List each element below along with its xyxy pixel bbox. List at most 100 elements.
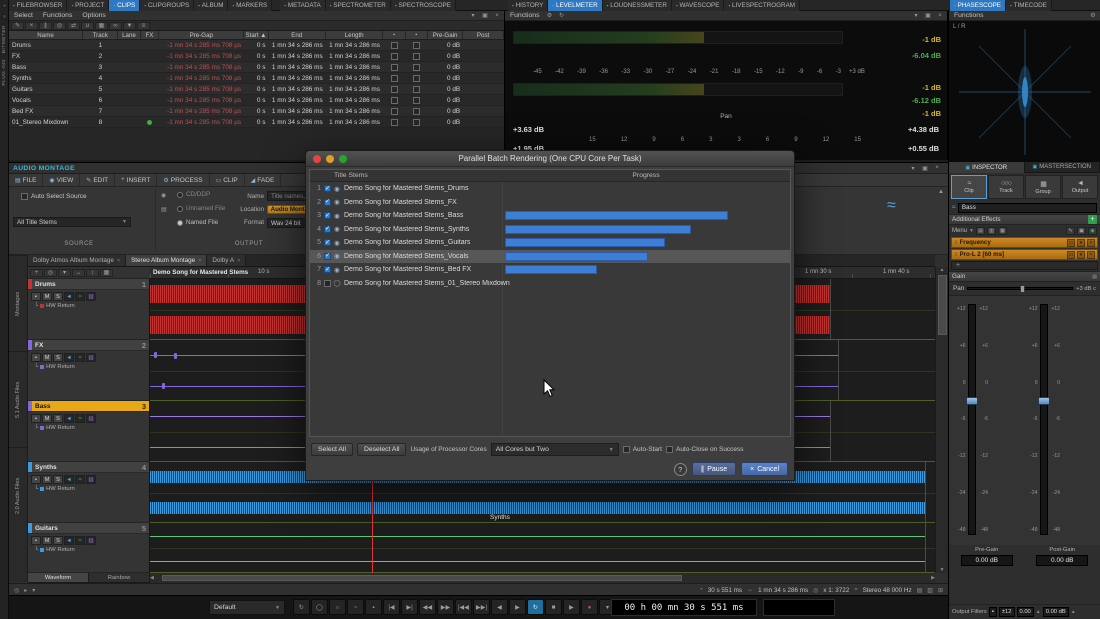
pan-slider[interactable] (967, 287, 1073, 290)
effects-icon[interactable]: ≈ (75, 536, 85, 545)
tab-history[interactable]: ▪HISTORY (508, 0, 548, 11)
dock-tab-plugins[interactable]: PLUG-INS (2, 59, 7, 86)
clip-mute-checkbox[interactable] (413, 86, 420, 93)
zoom-icon[interactable]: ◎ (44, 269, 57, 277)
clip-lock-checkbox[interactable] (391, 108, 398, 115)
clip-mute-checkbox[interactable] (413, 108, 420, 115)
zoom-traffic-button[interactable] (339, 155, 347, 163)
output-option-unnamed-file[interactable]: Unnamed File (177, 205, 225, 212)
filter-range-badge[interactable]: ±12 (999, 607, 1015, 617)
tab-album[interactable]: ▪ALBUM (194, 0, 228, 11)
tab-spectrometer[interactable]: ▪SPECTROMETER (326, 0, 391, 11)
close-icon[interactable]: × (117, 258, 120, 264)
edit-icon[interactable]: ✎ (1066, 227, 1075, 235)
magnet-icon[interactable]: ∪ (81, 22, 94, 30)
menu-functions[interactable]: Functions (949, 12, 988, 19)
clip-row[interactable]: Bed FX 7 -1 mn 34 s 285 ms 708 µs 0 s 1 … (9, 106, 504, 117)
menu-select[interactable]: Select (9, 12, 38, 19)
filter-icon[interactable]: ≡ (137, 22, 150, 30)
close-icon[interactable]: × (492, 13, 502, 19)
ribbon-tab-view[interactable]: ◉VIEW (43, 174, 80, 186)
menu-icon[interactable]: ▾ (468, 12, 478, 19)
scroll-up-icon[interactable]: ▲ (940, 267, 945, 273)
task-checkbox[interactable]: ✓ (324, 212, 331, 219)
mode-track-button[interactable]: ○○○Track (988, 175, 1024, 199)
float-icon[interactable]: ▣ (480, 12, 490, 19)
col-progress[interactable]: Progress (502, 172, 790, 179)
monitor-icon[interactable]: ◄ (64, 414, 74, 423)
wave-icon[interactable]: ~ (347, 599, 364, 615)
routing-icon[interactable]: ▥ (86, 414, 96, 423)
auto-close-checkbox[interactable]: Auto-Close on Success (666, 446, 744, 453)
ribbon-tab-fade[interactable]: ◢FADE (245, 174, 282, 186)
menu-options[interactable]: Options (77, 12, 110, 19)
gear-icon[interactable]: ⚙ (1088, 12, 1098, 19)
select-all-button[interactable]: Select All (311, 443, 353, 456)
effect-slot[interactable]: ≡ Frequency ▭ ▾ × (951, 237, 1098, 248)
scroll-left-icon[interactable]: ◀ (150, 575, 154, 581)
col-fx[interactable]: FX (141, 31, 160, 39)
grid-icon[interactable]: ▦ (95, 22, 108, 30)
solo-button[interactable]: S (53, 536, 63, 545)
tab-mastersection[interactable]: ▣MASTERSECTION (1025, 162, 1100, 173)
lock-icon[interactable]: ▪ (989, 607, 997, 617)
mode-group-button[interactable]: ▦Group (1025, 175, 1061, 199)
track-header[interactable]: Bass 3 (28, 401, 149, 412)
clip-lock-checkbox[interactable] (391, 75, 398, 82)
rewind-button[interactable]: ◀ (491, 599, 508, 615)
menu-icon[interactable]: ▾ (32, 587, 35, 594)
ribbon-tab-clip[interactable]: ▭CLIP (210, 174, 245, 186)
clip-mute-checkbox[interactable] (413, 75, 420, 82)
play-button[interactable]: ▶ (563, 599, 580, 615)
deselect-all-button[interactable]: Deselect All (357, 443, 407, 456)
float-icon[interactable]: ▣ (923, 12, 933, 19)
menu-icon[interactable]: ▾ (911, 12, 921, 19)
col-post[interactable]: Post (463, 31, 504, 39)
scrollbar-thumb[interactable] (162, 575, 682, 581)
effects-icon[interactable]: ≈ (75, 353, 85, 362)
col-pre-gap[interactable]: Pre-Gap (159, 31, 244, 39)
clip-row[interactable]: Bass 3 -1 mn 34 s 285 ms 708 µs 0 s 1 mn… (9, 62, 504, 73)
tab-wavescope[interactable]: ▪WAVESCOPE (672, 0, 725, 11)
dock-tab-bitmeter[interactable]: BITMETER (2, 25, 7, 53)
gear-icon[interactable]: ⚙ (544, 12, 554, 19)
clip-mute-checkbox[interactable] (413, 53, 420, 60)
drag-handle-icon[interactable]: ≡ (954, 240, 958, 246)
stop-button[interactable]: ■ (545, 599, 562, 615)
tab-project[interactable]: ▪PROJECT (67, 0, 109, 11)
tab-markers[interactable]: ▪MARKERS (228, 0, 272, 11)
clip-row[interactable]: 01_Stereo Mixdown 8 -1 mn 34 s 285 ms 70… (9, 117, 504, 128)
enable-all-icon[interactable]: ◆ (1088, 227, 1097, 235)
effect-menu-icon[interactable]: ▾ (1077, 239, 1085, 247)
mute-button[interactable]: M (42, 353, 52, 362)
view-tab-rainbow[interactable]: Rainbow (89, 573, 150, 582)
goto-start-button[interactable]: |◀ (383, 599, 400, 615)
filter-value-2[interactable]: 0.00 dB (1043, 607, 1069, 617)
loop-mode-icon[interactable]: ↻ (293, 599, 310, 615)
col-start[interactable]: Start ▲ (244, 31, 268, 39)
render-task-row[interactable]: 8 ◯ Demo Song for Mastered Stems_01_Ster… (310, 277, 790, 291)
monitor-icon[interactable]: ◄ (64, 292, 74, 301)
mute-button[interactable]: M (42, 414, 52, 423)
routing-icon[interactable]: ▥ (86, 292, 96, 301)
mute-button[interactable]: M (42, 292, 52, 301)
task-checkbox[interactable]: ✓ (324, 239, 331, 246)
col-title-stems[interactable]: Title Stems (310, 172, 502, 179)
col-speaker-icon[interactable]: ▪ (406, 31, 428, 39)
scroll-right-icon[interactable]: ▶ (931, 575, 935, 581)
effect-bypass-icon[interactable]: ▭ (1067, 251, 1075, 259)
task-checkbox[interactable]: ✓ (324, 199, 331, 206)
fit-horizontal-icon[interactable]: ↔ (72, 269, 85, 277)
solo-button[interactable]: S (53, 292, 63, 301)
close-icon[interactable]: × (198, 258, 201, 264)
snap-icon[interactable]: ⇄ (67, 22, 80, 30)
record-button[interactable]: ● (581, 599, 598, 615)
track-lock-button[interactable]: ▪ (31, 475, 41, 484)
routing-icon[interactable]: ▥ (86, 353, 96, 362)
monitor-icon[interactable]: ◄ (64, 353, 74, 362)
clip-row[interactable]: Synths 4 -1 mn 34 s 285 ms 708 µs 0 s 1 … (9, 73, 504, 84)
jump-fwd-button[interactable]: ▶▶| (473, 599, 490, 615)
effect-bypass-icon[interactable]: ▭ (1067, 239, 1075, 247)
task-checkbox[interactable]: ✓ (324, 253, 331, 260)
grid-icon[interactable]: ▦ (100, 269, 113, 277)
